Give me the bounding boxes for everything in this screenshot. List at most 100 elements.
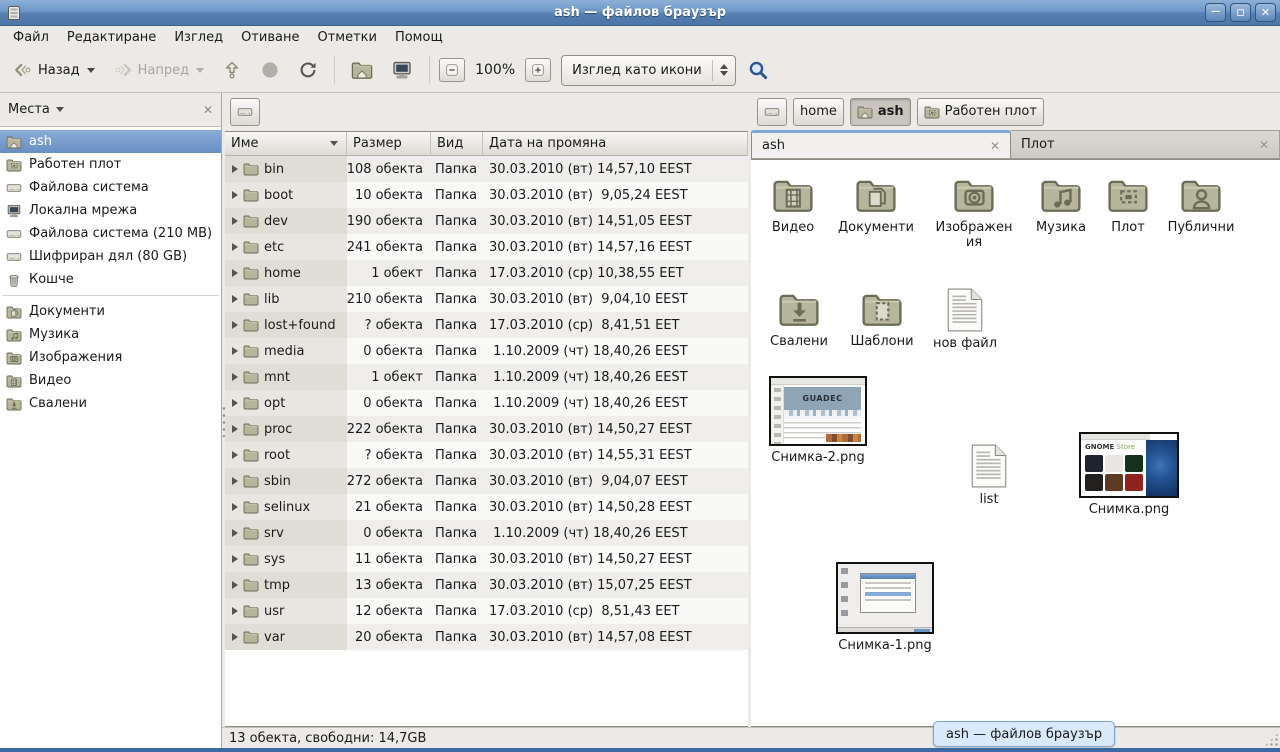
table-row[interactable]: sys11 обектаПапка30.03.2010 (вт) 14,50,2… <box>225 546 748 572</box>
icon-view-item[interactable]: list <box>949 444 1029 507</box>
icon-view-item[interactable]: Снимка-1.png <box>833 562 937 653</box>
sidebar-item-drive[interactable]: Шифриран дял (80 GB) <box>0 245 221 268</box>
resize-grip-icon[interactable] <box>1264 732 1279 747</box>
stop-button[interactable] <box>253 55 287 85</box>
tab-close-icon[interactable]: ✕ <box>1259 138 1269 152</box>
sidebar-item-desktop-folder[interactable]: Работен плот <box>0 153 221 176</box>
expander-icon[interactable] <box>232 347 238 355</box>
sidebar-item-network-computer[interactable]: Локална мрежа <box>0 199 221 222</box>
table-row[interactable]: boot10 обектаПапка30.03.2010 (вт) 9,05,2… <box>225 182 748 208</box>
column-header-3[interactable]: Дата на промяна <box>483 132 748 155</box>
forward-history-icon[interactable] <box>196 68 204 73</box>
home-button[interactable] <box>344 54 380 86</box>
icon-view-item[interactable]: Изображения <box>935 174 1013 250</box>
up-button[interactable] <box>215 55 249 85</box>
expander-icon[interactable] <box>232 529 238 537</box>
icon-view-item[interactable]: GNOME StoreСнимка.png <box>1074 432 1184 517</box>
menu-item-2[interactable]: Изглед <box>165 28 232 47</box>
filesystem-root-button[interactable] <box>230 98 260 126</box>
icon-view-item[interactable]: Документи <box>836 174 916 235</box>
expander-icon[interactable] <box>232 555 238 563</box>
expander-icon[interactable] <box>232 633 238 641</box>
expander-icon[interactable] <box>232 295 238 303</box>
reload-button[interactable] <box>291 55 325 85</box>
forward-button[interactable]: Напред <box>106 55 211 85</box>
menu-item-4[interactable]: Отметки <box>308 28 385 47</box>
maximize-button[interactable] <box>1230 3 1251 22</box>
expander-icon[interactable] <box>232 425 238 433</box>
sidebar-selector-icon[interactable] <box>56 107 64 112</box>
table-row[interactable]: dev190 обектаПапка30.03.2010 (вт) 14,51,… <box>225 208 748 234</box>
breadcrumb-home[interactable]: home <box>793 98 844 126</box>
table-row[interactable]: etc241 обектаПапка30.03.2010 (вт) 14,57,… <box>225 234 748 260</box>
expander-icon[interactable] <box>232 165 238 173</box>
zoom-out-button[interactable] <box>439 58 465 82</box>
table-row[interactable]: srv0 обектаПапка 1.10.2009 (чт) 18,40,26… <box>225 520 748 546</box>
expander-icon[interactable] <box>232 373 238 381</box>
table-row[interactable]: sbin272 обектаПапка30.03.2010 (вт) 9,04,… <box>225 468 748 494</box>
table-row[interactable]: lib210 обектаПапка30.03.2010 (вт) 9,04,1… <box>225 286 748 312</box>
breadcrumb-Работен плот[interactable]: Работен плот <box>917 98 1044 126</box>
table-row[interactable]: root? обектаПапка30.03.2010 (вт) 14,55,3… <box>225 442 748 468</box>
icon-view-item[interactable]: Свалени <box>759 288 839 349</box>
menu-item-1[interactable]: Редактиране <box>58 28 165 47</box>
minimize-button[interactable] <box>1205 3 1226 22</box>
table-row[interactable]: home1 обектПапка17.03.2010 (ср) 10,38,55… <box>225 260 748 286</box>
close-button[interactable] <box>1255 3 1276 22</box>
sidebar-item-home-folder[interactable]: ash <box>0 130 221 153</box>
sidebar-close-icon[interactable]: ✕ <box>203 103 213 117</box>
expander-icon[interactable] <box>232 321 238 329</box>
column-header-2[interactable]: Вид <box>431 132 483 155</box>
expander-icon[interactable] <box>232 399 238 407</box>
icon-view-item[interactable]: Шаблони <box>842 288 922 349</box>
menu-item-3[interactable]: Отиване <box>232 28 308 47</box>
table-row[interactable]: proc222 обектаПапка30.03.2010 (вт) 14,50… <box>225 416 748 442</box>
sidebar-item-folder-documents[interactable]: Документи <box>0 300 221 323</box>
table-row[interactable]: var20 обектаПапка30.03.2010 (вт) 14,57,0… <box>225 624 748 650</box>
expander-icon[interactable] <box>232 217 238 225</box>
table-row[interactable]: selinux21 обектаПапка30.03.2010 (вт) 14,… <box>225 494 748 520</box>
search-button[interactable] <box>740 54 776 86</box>
expander-icon[interactable] <box>232 607 238 615</box>
view-mode-select[interactable]: Изглед като икони <box>561 55 736 86</box>
sidebar-item-folder-downloads[interactable]: Свалени <box>0 392 221 415</box>
menu-item-5[interactable]: Помощ <box>386 28 452 47</box>
breadcrumb-ash[interactable]: ash <box>850 98 911 126</box>
breadcrumb-root[interactable] <box>757 98 787 126</box>
table-row[interactable]: media0 обектаПапка 1.10.2009 (чт) 18,40,… <box>225 338 748 364</box>
tab-ash[interactable]: ash✕ <box>751 130 1011 158</box>
expander-icon[interactable] <box>232 451 238 459</box>
titlebar[interactable]: ash — файлов браузър <box>0 0 1280 26</box>
sidebar-item-trash[interactable]: Кошче <box>0 268 221 291</box>
menu-item-0[interactable]: Файл <box>4 28 58 47</box>
icon-view-item[interactable]: нов файл <box>925 288 1005 351</box>
sidebar-item-folder-music[interactable]: Музика <box>0 323 221 346</box>
expander-icon[interactable] <box>232 243 238 251</box>
table-row[interactable]: mnt1 обектПапка 1.10.2009 (чт) 18,40,26 … <box>225 364 748 390</box>
expander-icon[interactable] <box>232 581 238 589</box>
icon-view-item[interactable]: GUADECСнимка-2.png <box>766 376 870 465</box>
tab-Плот[interactable]: Плот✕ <box>1011 130 1280 158</box>
table-row[interactable]: lost+found? обектаПапка17.03.2010 (ср) 8… <box>225 312 748 338</box>
expander-icon[interactable] <box>232 503 238 511</box>
sidebar-header[interactable]: Места ✕ <box>0 93 221 127</box>
sidebar-item-folder-video[interactable]: Видео <box>0 369 221 392</box>
back-button[interactable]: Назад <box>6 55 102 85</box>
sidebar-item-drive[interactable]: Файлова система (210 MB) <box>0 222 221 245</box>
back-history-icon[interactable] <box>87 68 95 73</box>
icon-view-item[interactable]: Плот <box>1088 174 1168 235</box>
table-row[interactable]: tmp13 обектаПапка30.03.2010 (вт) 15,07,2… <box>225 572 748 598</box>
table-row[interactable]: bin108 обектаПапка30.03.2010 (вт) 14,57,… <box>225 156 748 182</box>
computer-button[interactable] <box>384 54 420 86</box>
tab-close-icon[interactable]: ✕ <box>990 139 1000 153</box>
icon-view-item[interactable]: Видео <box>753 174 833 235</box>
sidebar-item-drive[interactable]: Файлова система <box>0 176 221 199</box>
table-row[interactable]: opt0 обектаПапка 1.10.2009 (чт) 18,40,26… <box>225 390 748 416</box>
zoom-in-button[interactable] <box>525 58 551 82</box>
table-row[interactable]: usr12 обектаПапка17.03.2010 (ср) 8,51,43… <box>225 598 748 624</box>
sidebar-item-folder-images[interactable]: Изображения <box>0 346 221 369</box>
icon-view-item[interactable]: Публични <box>1161 174 1241 235</box>
expander-icon[interactable] <box>232 269 238 277</box>
expander-icon[interactable] <box>232 477 238 485</box>
expander-icon[interactable] <box>232 191 238 199</box>
